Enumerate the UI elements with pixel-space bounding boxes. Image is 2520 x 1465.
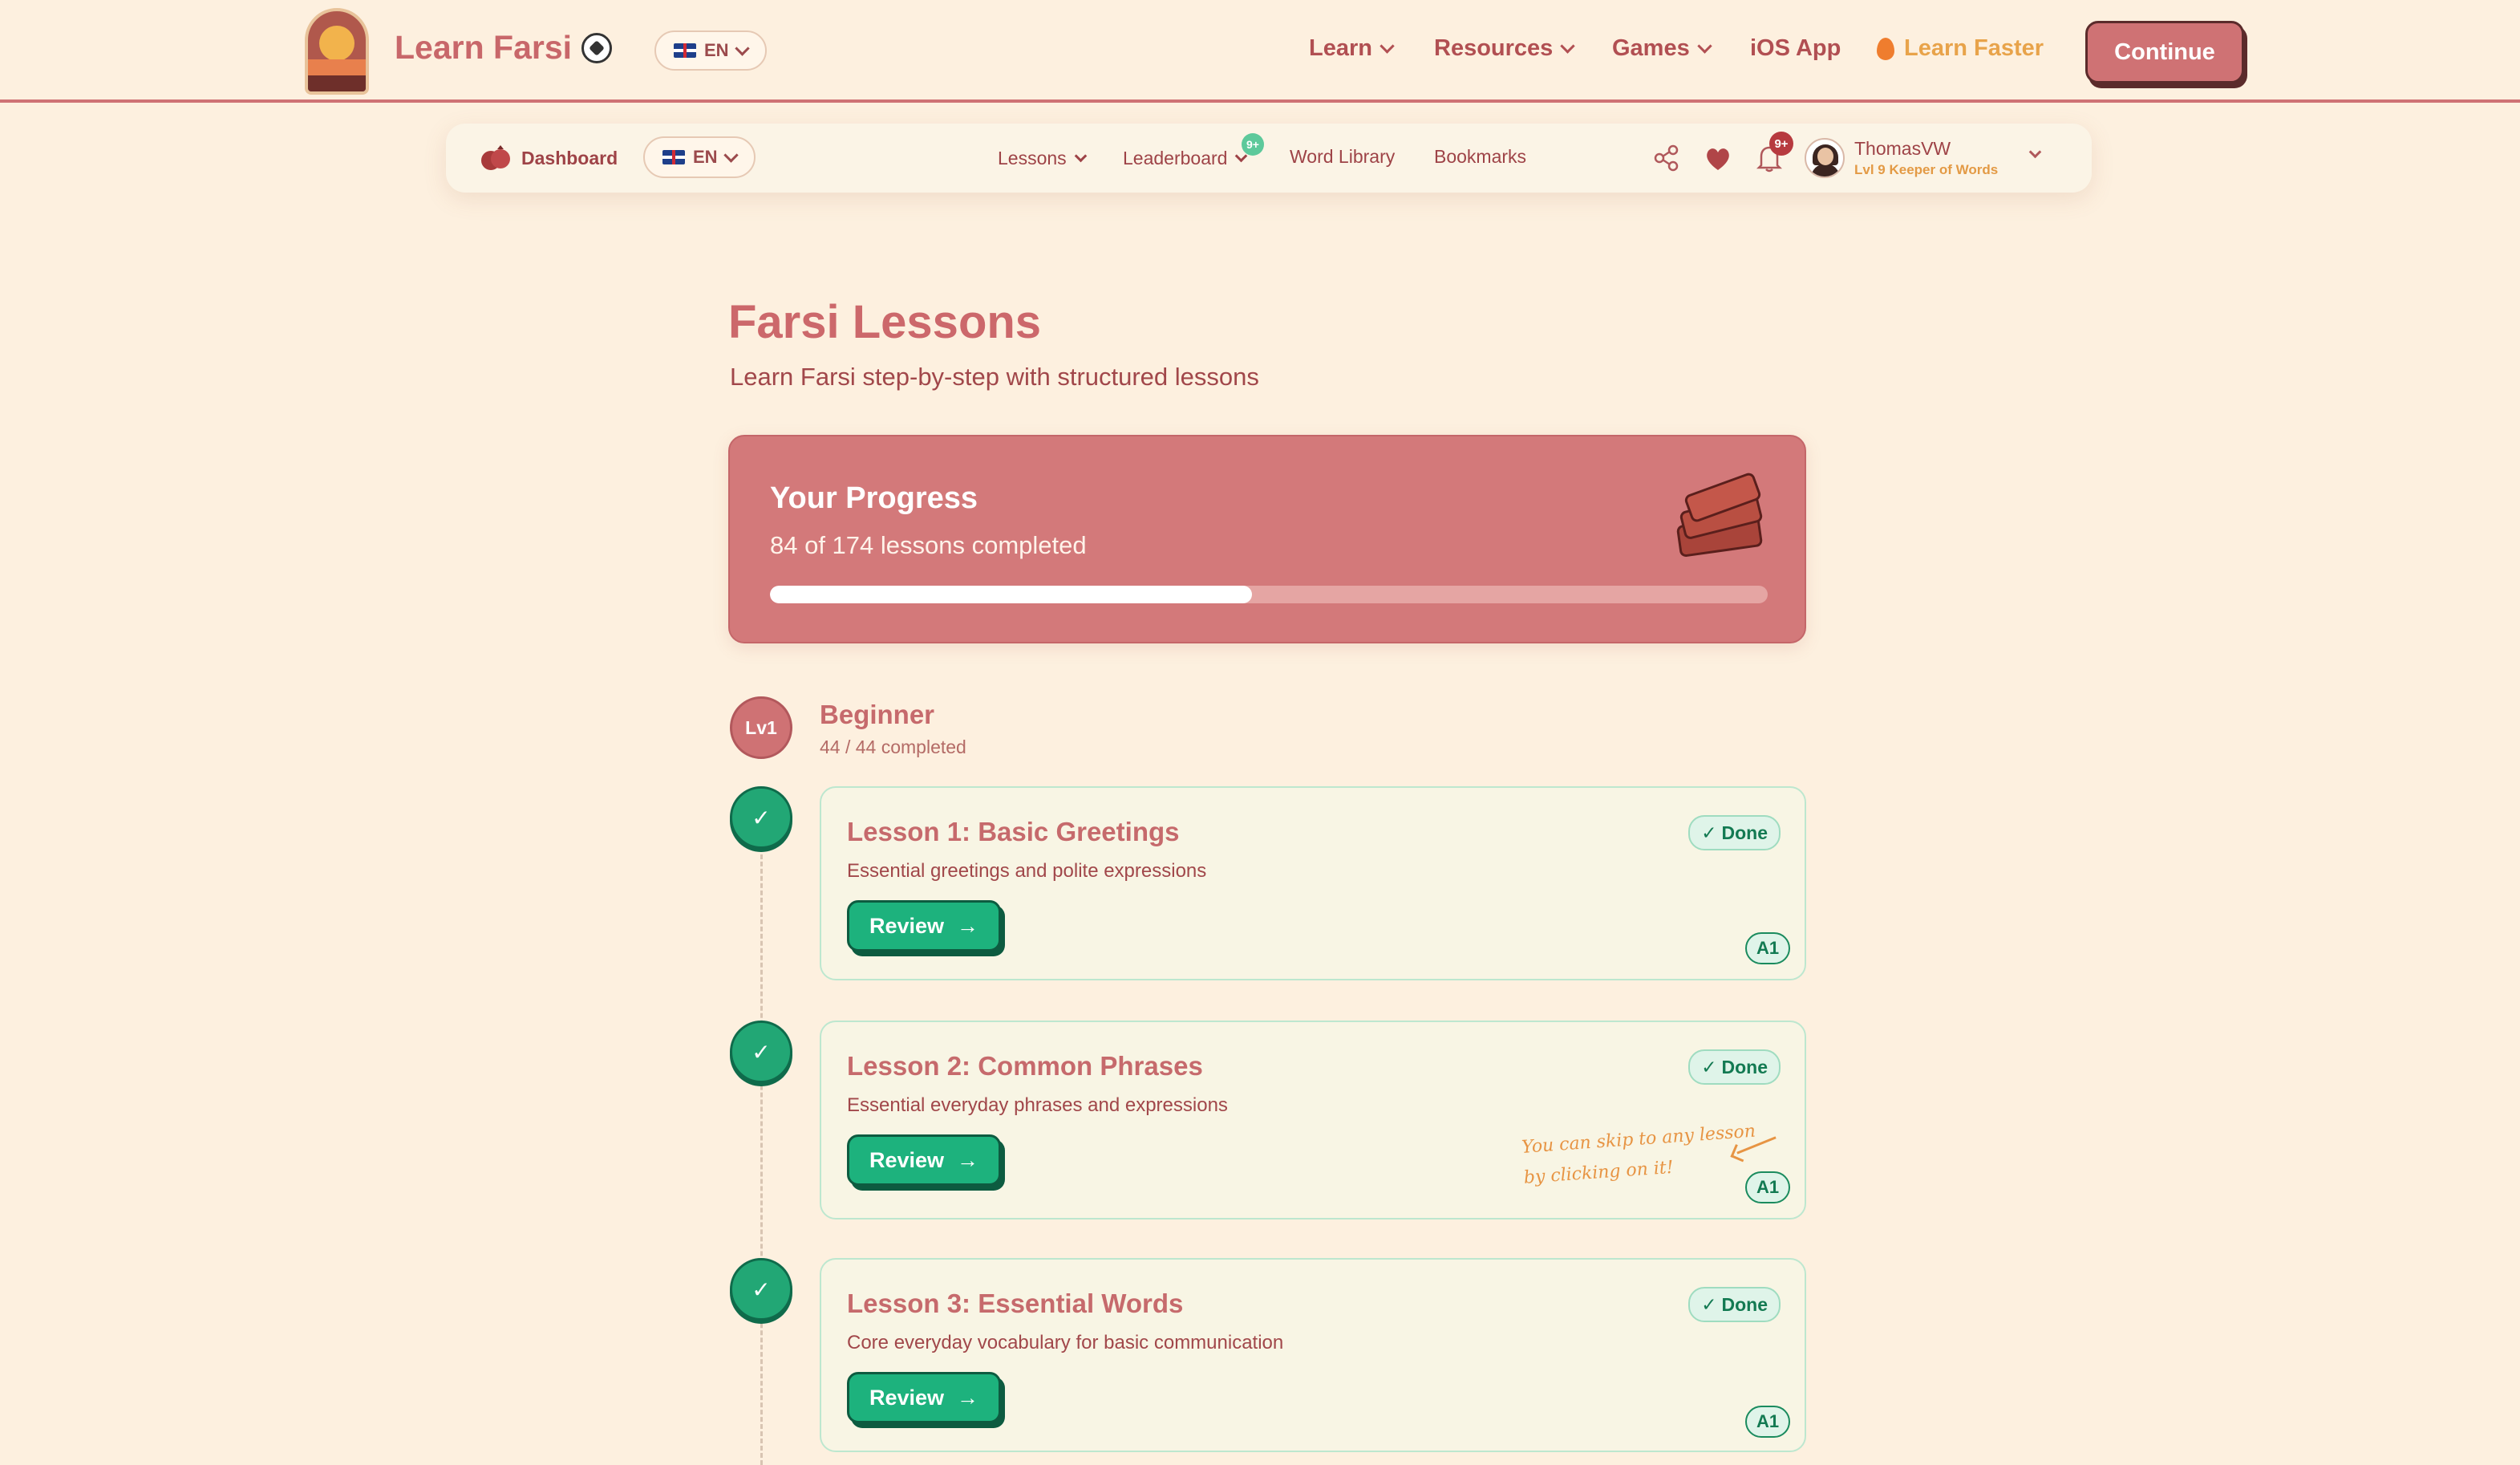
learn-faster-label: Learn Faster	[1904, 35, 2044, 61]
nav-ios-app-label: iOS App	[1750, 35, 1841, 61]
lesson-description: Essential everyday phrases and expressio…	[847, 1094, 1228, 1116]
done-badge: ✓ Done	[1688, 1287, 1781, 1322]
user-level: Lvl 9 Keeper of Words	[1854, 162, 1999, 177]
arrow-right-icon: →	[957, 913, 979, 938]
check-icon: ✓	[1701, 1293, 1717, 1315]
subnav-bookmarks[interactable]: Bookmarks	[1434, 146, 1526, 168]
flag-uk-icon	[662, 150, 685, 164]
lesson-complete-check-icon: ✓	[730, 1021, 792, 1083]
done-badge: ✓ Done	[1688, 1049, 1781, 1085]
language-label: EN	[704, 40, 729, 60]
heart-icon[interactable]	[1704, 146, 1732, 172]
page-subtitle: Learn Farsi step-by-step with structured…	[730, 363, 1259, 391]
subnav-lessons[interactable]: Lessons	[998, 148, 1087, 169]
check-icon: ✓	[1701, 822, 1717, 843]
page-title: Farsi Lessons	[728, 296, 1042, 348]
review-button[interactable]: Review →	[847, 900, 1001, 952]
arrow-right-icon: →	[957, 1385, 979, 1410]
share-icon[interactable]	[1654, 144, 1679, 172]
notification-badge: 9+	[1769, 132, 1793, 156]
level-title: Beginner	[820, 700, 935, 729]
cefr-level-tag: A1	[1745, 1406, 1790, 1438]
lesson-title: Lesson 2: Common Phrases	[847, 1051, 1203, 1081]
nav-ios-app[interactable]: iOS App	[1750, 35, 1841, 62]
chevron-down-icon	[1074, 149, 1087, 163]
leaderboard-badge: 9+	[1242, 133, 1264, 156]
username[interactable]: ThomasVW	[1854, 138, 1951, 160]
chevron-down-icon	[723, 147, 739, 163]
check-icon: ✓	[1701, 1056, 1717, 1077]
lesson-card[interactable]: Lesson 2: Common Phrases Essential every…	[820, 1021, 1806, 1219]
lesson-card[interactable]: Lesson 3: Essential Words Core everyday …	[820, 1258, 1806, 1452]
chevron-down-icon	[1560, 39, 1576, 54]
brand-link[interactable]: Learn Farsi	[395, 29, 613, 67]
progress-text: 84 of 174 lessons completed	[770, 531, 1087, 559]
books-icon	[1673, 471, 1766, 558]
nav-games[interactable]: Games	[1612, 35, 1712, 62]
timeline-line	[760, 818, 763, 1465]
review-button[interactable]: Review →	[847, 1134, 1001, 1186]
nav-learn-label: Learn	[1309, 35, 1372, 61]
lesson-complete-check-icon: ✓	[730, 786, 792, 849]
done-label: Done	[1721, 822, 1768, 843]
lesson-complete-check-icon: ✓	[730, 1258, 792, 1321]
done-badge: ✓ Done	[1688, 815, 1781, 850]
nav-learn[interactable]: Learn	[1309, 35, 1395, 62]
continue-button[interactable]: Continue	[2085, 21, 2244, 83]
chevron-down-icon	[1697, 39, 1712, 54]
progress-bar-fill	[770, 586, 1252, 603]
lesson-description: Core everyday vocabulary for basic commu…	[847, 1332, 1284, 1353]
dashboard-link[interactable]: Dashboard	[480, 144, 618, 172]
flag-uk-icon	[674, 43, 696, 58]
secondary-nav: Dashboard EN Lessons Leaderboard 9+ Word…	[446, 124, 2092, 193]
level-progress: 44 / 44 completed	[820, 737, 966, 757]
chevron-down-icon	[1380, 39, 1395, 54]
subnav-language-label: EN	[693, 147, 718, 167]
lesson-title: Lesson 3: Essential Words	[847, 1288, 1184, 1318]
lesson-description: Essential greetings and polite expressio…	[847, 860, 1207, 882]
pomegranate-icon	[481, 145, 510, 170]
language-selector[interactable]: EN	[654, 30, 767, 71]
subnav-leaderboard-label: Leaderboard	[1123, 148, 1228, 168]
chevron-down-icon	[734, 40, 750, 56]
review-label: Review	[869, 913, 945, 938]
subnav-word-library-label: Word Library	[1290, 146, 1396, 167]
skip-hint: You can skip to any lesson by clicking o…	[1521, 1117, 1759, 1194]
level-badge: Lv1	[730, 696, 792, 759]
done-label: Done	[1721, 1293, 1768, 1315]
chevron-down-icon[interactable]	[2028, 145, 2042, 159]
dashboard-label: Dashboard	[521, 147, 618, 168]
cefr-level-tag: A1	[1745, 1171, 1790, 1203]
brand-name: Learn Farsi	[395, 29, 573, 66]
avatar[interactable]	[1805, 138, 1845, 178]
cefr-level-tag: A1	[1745, 932, 1790, 964]
subnav-word-library[interactable]: Word Library	[1290, 146, 1395, 168]
top-header: Learn Farsi EN Learn Resources Games iOS…	[0, 0, 2520, 103]
nav-resources[interactable]: Resources	[1434, 35, 1576, 62]
logo-icon[interactable]	[305, 8, 369, 95]
subnav-lessons-label: Lessons	[998, 148, 1067, 168]
review-button[interactable]: Review →	[847, 1372, 1001, 1423]
done-label: Done	[1721, 1056, 1768, 1077]
lesson-card[interactable]: Lesson 1: Basic Greetings Essential gree…	[820, 786, 1806, 980]
subnav-bookmarks-label: Bookmarks	[1434, 146, 1527, 167]
subnav-leaderboard[interactable]: Leaderboard	[1123, 148, 1248, 169]
flame-icon	[1877, 37, 1894, 60]
progress-title: Your Progress	[770, 481, 978, 515]
learn-faster-link[interactable]: Learn Faster	[1877, 35, 2044, 62]
soccer-ball-icon	[581, 32, 613, 63]
review-label: Review	[869, 1147, 945, 1172]
review-label: Review	[869, 1385, 945, 1410]
progress-card: Your Progress 84 of 174 lessons complete…	[728, 435, 1806, 643]
lesson-title: Lesson 1: Basic Greetings	[847, 817, 1180, 846]
arrow-right-icon: →	[957, 1147, 979, 1172]
progress-bar	[770, 586, 1768, 603]
nav-games-label: Games	[1612, 35, 1690, 61]
subnav-language-selector[interactable]: EN	[643, 136, 756, 178]
nav-resources-label: Resources	[1434, 35, 1554, 61]
